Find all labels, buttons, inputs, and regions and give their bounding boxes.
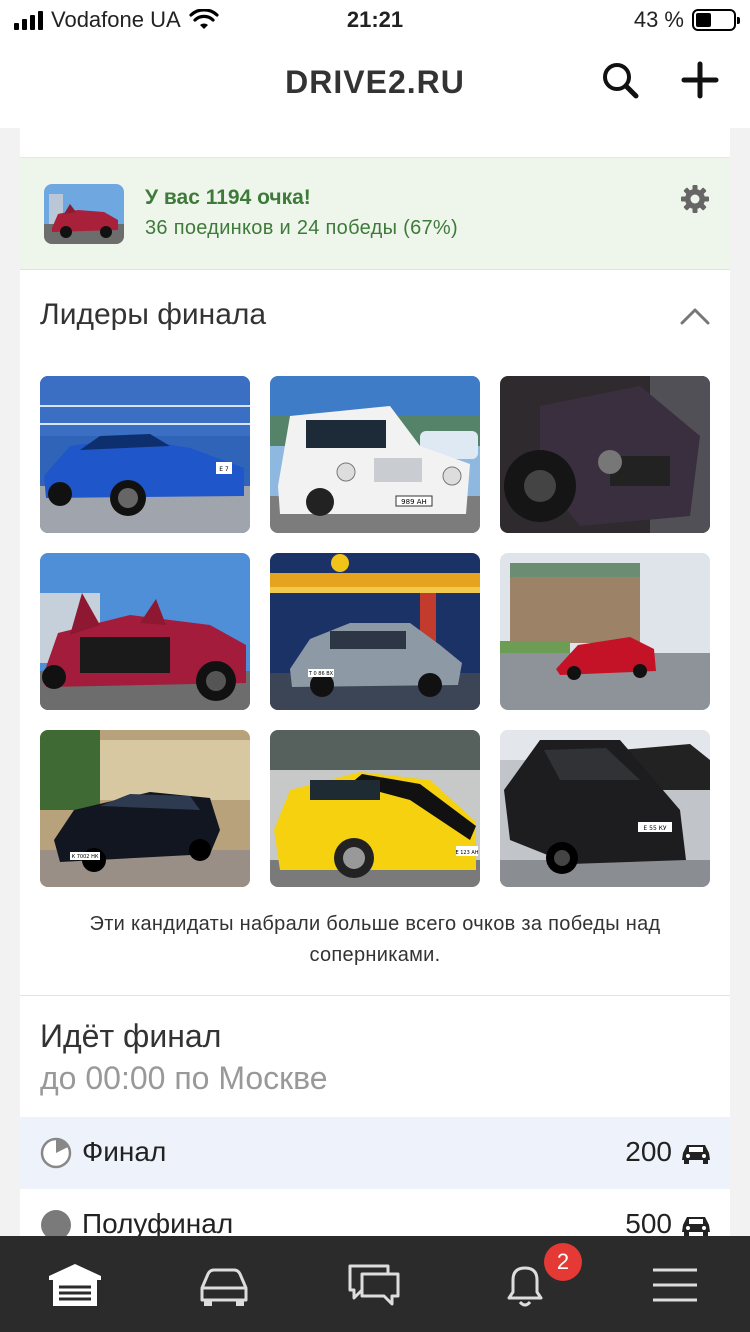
final-deadline: до 00:00 по Москве [40, 1060, 328, 1096]
stage-value: 200 [625, 1136, 672, 1167]
final-title: Идёт финал [40, 1018, 222, 1054]
battery-fill [696, 13, 712, 27]
stage-label: Полуфинал [82, 1208, 234, 1236]
bottom-tab-bar [0, 1236, 750, 1332]
status-bar: Vodafone UA 21:21 43 % [0, 0, 750, 42]
content-area[interactable]: У вас 1194 очка! 36 поединков и 24 побед… [20, 128, 730, 1236]
license-plate-9: Е 55 КУ [643, 825, 667, 832]
leader-photo-1[interactable]: Е 7 [40, 376, 250, 533]
license-plate-5: Т 0 86 ВХ [308, 671, 334, 677]
stage-value: 500 [625, 1208, 672, 1236]
leader-photo-2[interactable]: 989 АН [270, 376, 480, 533]
car-icon [682, 1145, 710, 1164]
gear-icon[interactable] [680, 184, 710, 214]
plus-icon[interactable] [680, 60, 720, 100]
license-plate-1: Е 7 [219, 466, 229, 473]
license-plate-8: Е 123 АН [455, 850, 478, 856]
leader-photo-4[interactable] [40, 553, 250, 710]
stage-row-semifinal[interactable]: Полуфинал 500 [20, 1189, 730, 1236]
chevron-up-icon[interactable] [680, 304, 710, 328]
leaders-grid: Е 7 989 АН Т 0 86 ВХ К 7002 НК Е 123 АН … [20, 362, 730, 887]
leaders-note: Эти кандидаты набрали больше всего очков… [89, 913, 661, 966]
license-plate-7: К 7002 НК [72, 854, 99, 860]
stage-row-final[interactable]: Финал 200 [20, 1117, 730, 1189]
menu-icon[interactable] [645, 1260, 705, 1310]
search-icon[interactable] [600, 60, 640, 100]
garage-icon[interactable] [45, 1260, 105, 1310]
car-icon [682, 1217, 710, 1236]
score-title: У вас 1194 очка! [145, 186, 311, 209]
leader-photo-7[interactable]: К 7002 НК [40, 730, 250, 887]
car-tab-icon[interactable] [194, 1260, 254, 1310]
score-card[interactable]: У вас 1194 очка! 36 поединков и 24 побед… [20, 158, 730, 270]
leader-photo-6[interactable] [500, 553, 710, 710]
leader-photo-5[interactable]: Т 0 86 ВХ [270, 553, 480, 710]
chat-icon[interactable] [344, 1260, 404, 1310]
final-card: Идёт финал до 00:00 по Москве Финал 200 … [20, 996, 730, 1236]
leaders-card: Лидеры финала Е 7 989 АН Т 0 86 ВХ К 700… [20, 270, 730, 996]
leader-photo-3[interactable] [500, 376, 710, 533]
notifications-badge: 2 [544, 1243, 582, 1281]
battery-percent: 43 % [633, 7, 684, 32]
leader-photo-8[interactable]: Е 123 АН [270, 730, 480, 887]
leaders-header[interactable]: Лидеры финала [20, 270, 730, 362]
battery-info: 43 % [633, 7, 740, 33]
previous-card-bottom [20, 128, 730, 158]
license-plate-2: 989 АН [401, 498, 427, 506]
app-header: DRIVE2.RU [0, 42, 750, 128]
leaders-title: Лидеры финала [40, 298, 267, 331]
leader-photo-9[interactable]: Е 55 КУ [500, 730, 710, 887]
stage-label: Финал [82, 1136, 167, 1167]
score-stats: 36 поединков и 24 победы (67%) [145, 217, 458, 239]
battery-icon [692, 9, 740, 31]
full-circle-icon [41, 1210, 71, 1236]
user-car-thumbnail[interactable] [44, 184, 124, 244]
pie-progress-icon [40, 1137, 72, 1169]
